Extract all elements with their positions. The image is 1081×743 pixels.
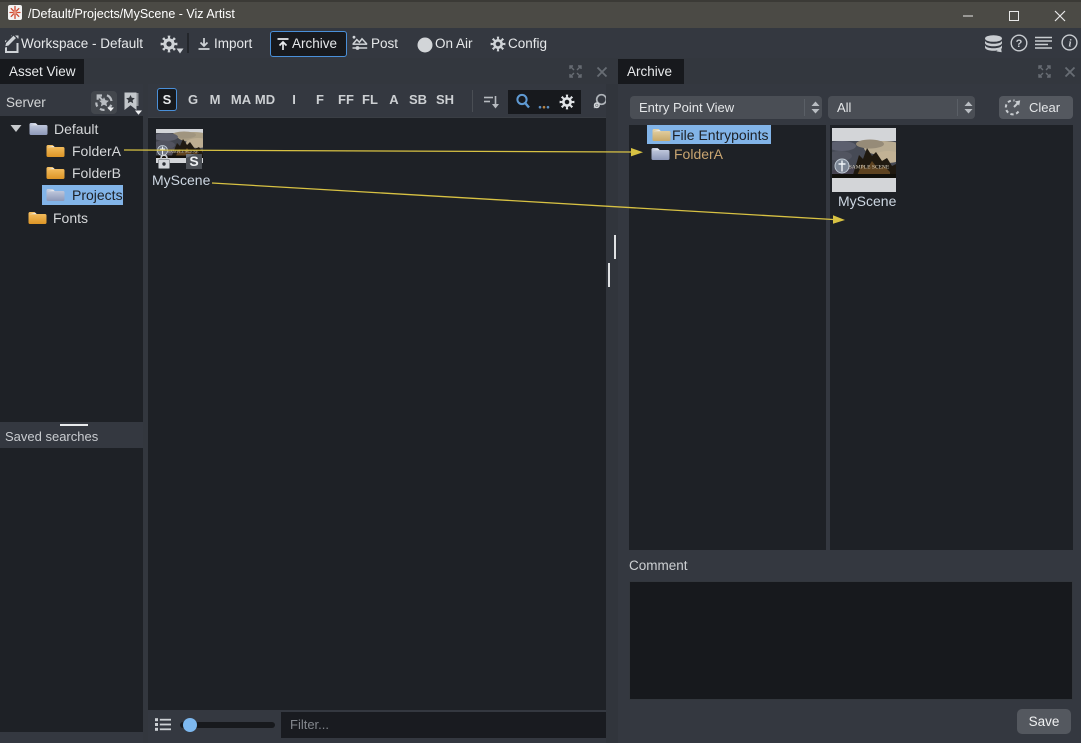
svg-text:SAMPLE SCENE: SAMPLE SCENE bbox=[849, 165, 890, 171]
svg-text:i: i bbox=[1068, 38, 1072, 50]
svg-text:?: ? bbox=[1016, 38, 1023, 50]
